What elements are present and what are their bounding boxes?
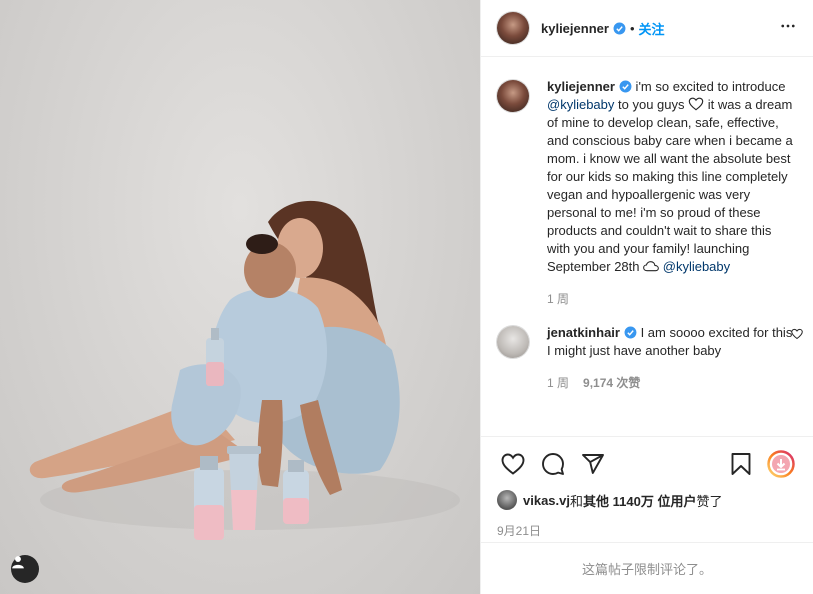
verified-icon — [613, 22, 626, 34]
comment-button[interactable] — [533, 444, 573, 484]
comment-icon — [542, 452, 564, 475]
liker-username[interactable]: vikas.vj — [523, 493, 570, 508]
liker-avatar[interactable] — [497, 490, 517, 510]
caption-text: to you guys — [614, 97, 689, 112]
verified-icon — [619, 80, 632, 93]
bookmark-icon — [731, 452, 751, 475]
share-icon — [582, 453, 604, 474]
post-photo[interactable] — [0, 0, 480, 594]
caption-text: it was a dream of mine to develop clean,… — [547, 97, 793, 274]
comment-time[interactable]: 1 周 — [547, 376, 569, 390]
separator-dot: • — [629, 20, 635, 36]
author-username[interactable]: kyliejenner — [541, 21, 609, 36]
user-tag-button[interactable] — [11, 555, 39, 583]
story-button[interactable] — [761, 444, 801, 484]
comment-like-heart-icon[interactable] — [791, 328, 803, 340]
user-tag-icon — [12, 556, 24, 569]
author-avatar[interactable] — [497, 12, 529, 44]
likes-others[interactable]: 其他 1140万 位用户 — [583, 491, 696, 510]
action-bar — [481, 436, 813, 490]
caption-username[interactable]: kyliejenner — [547, 79, 615, 94]
heart-emoji-icon — [688, 97, 704, 111]
comment-meta: 1 周 9,174 次赞 — [547, 374, 797, 392]
likes-text: 赞了 — [696, 493, 723, 509]
comment-likes[interactable]: 9,174 次赞 — [583, 376, 640, 390]
caption-meta: 1 周 — [547, 290, 797, 308]
more-icon[interactable] — [779, 17, 797, 35]
caption-mention[interactable]: @kyliebaby — [663, 259, 730, 274]
share-button[interactable] — [573, 444, 613, 484]
caption-time[interactable]: 1 周 — [547, 292, 569, 306]
post-header: kyliejenner • 关注 — [481, 0, 813, 57]
likes-text: 和 — [570, 493, 584, 509]
caption-body: kyliejenner i'm so excited to introduce … — [547, 78, 797, 308]
caption: kyliejenner i'm so excited to introduce … — [497, 78, 797, 308]
commenter-avatar[interactable] — [497, 326, 529, 358]
post-date[interactable]: 9月21日 — [497, 522, 541, 539]
comment-item: jenatkinhair I am soooo excited for this… — [497, 324, 803, 392]
like-button[interactable] — [493, 444, 533, 484]
caption-avatar[interactable] — [497, 80, 529, 112]
caption-mention[interactable]: @kyliebaby — [547, 97, 614, 112]
caption-text: i'm so excited to introduce — [631, 79, 786, 94]
comment-body: jenatkinhair I am soooo excited for this… — [547, 324, 797, 392]
heart-icon — [501, 453, 525, 475]
save-button[interactable] — [721, 444, 761, 484]
story-icon — [767, 449, 795, 478]
follow-button[interactable]: 关注 — [639, 19, 665, 38]
comments-area[interactable]: kyliejenner i'm so excited to introduce … — [481, 58, 813, 435]
comment-username[interactable]: jenatkinhair — [547, 325, 620, 340]
comments-limited-notice: 这篇帖子限制评论了。 — [481, 542, 813, 594]
post-side-panel: kyliejenner • 关注 kyliejenner i'm so exci… — [480, 0, 813, 594]
post-dialog: kyliejenner • 关注 kyliejenner i'm so exci… — [0, 0, 813, 594]
photo-illustration — [29, 200, 460, 540]
likes-summary: vikas.vj 和 其他 1140万 位用户 赞了 — [497, 490, 797, 510]
verified-icon — [624, 326, 637, 339]
cloud-icon — [643, 261, 659, 272]
